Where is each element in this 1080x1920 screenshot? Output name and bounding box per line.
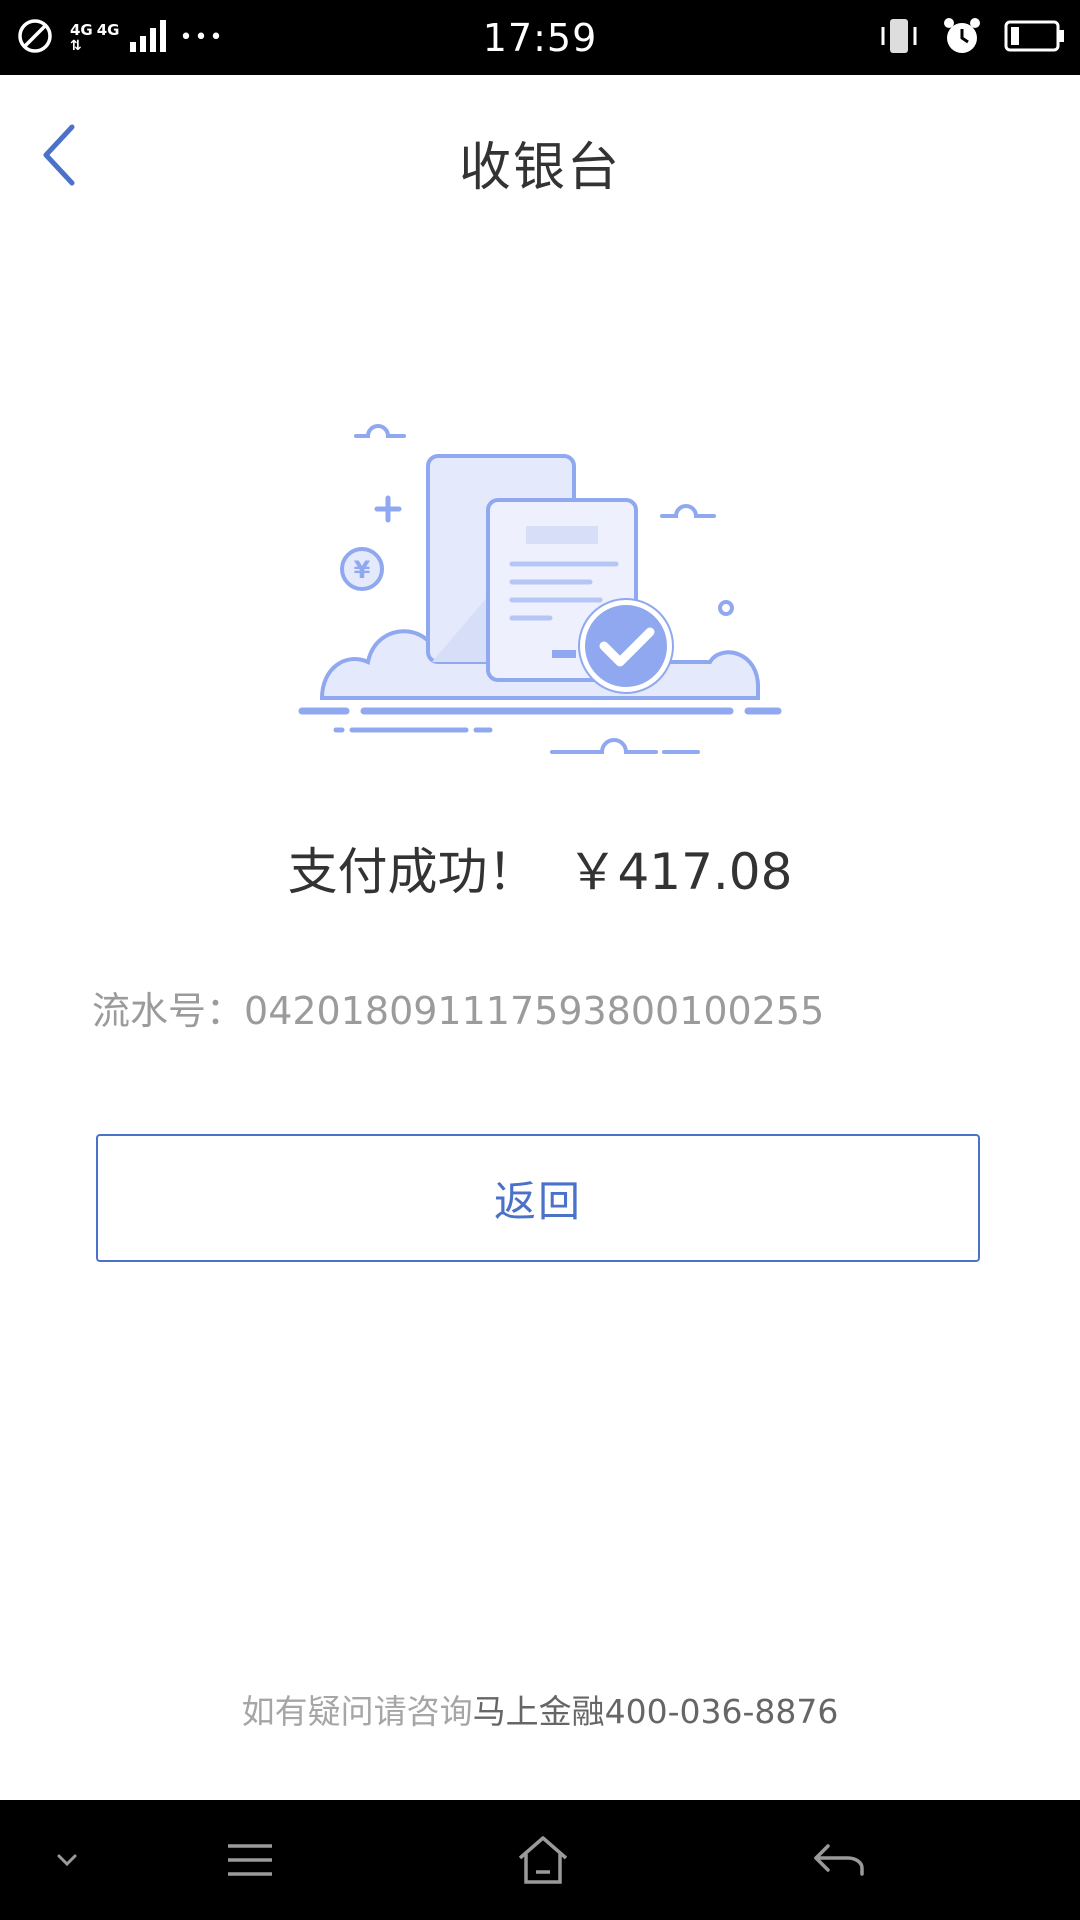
menu-button[interactable] <box>215 1825 285 1895</box>
page-title: 收银台 <box>458 138 621 198</box>
result-amount: ￥417.08 <box>567 843 793 901</box>
home-icon <box>518 1836 568 1884</box>
contact-note: 如有疑问请咨询马上金融400-036-8876 <box>0 1685 1080 1733</box>
page-header: 收银台 <box>0 75 1080 245</box>
chevron-down-icon <box>57 1854 77 1867</box>
menu-icon <box>228 1844 272 1876</box>
payment-result: 支付成功！ ￥417.08 <box>0 832 1080 904</box>
vibrate-icon <box>878 17 920 59</box>
system-nav-bar <box>0 1800 1080 1920</box>
serial-label: 流水号： <box>92 989 245 1033</box>
status-right <box>878 0 1066 75</box>
svg-text:¥: ¥ <box>354 556 371 584</box>
back-nav-button[interactable] <box>804 1825 874 1895</box>
hide-nav-button[interactable] <box>32 1825 102 1895</box>
return-button[interactable]: 返回 <box>96 1134 980 1262</box>
payment-success-illustration: ¥ <box>290 400 790 780</box>
status-bar: 4G 4G ⇅ ••• 17:59 <box>0 0 1080 75</box>
home-button[interactable] <box>508 1825 578 1895</box>
payment-success-screen: 4G 4G ⇅ ••• 17:59 收银台 ¥ 支付成功！ ￥417.08 流水… <box>0 0 1080 1920</box>
serial-value: 04201809111759380010025​5 <box>244 989 825 1033</box>
back-arrow-icon <box>814 1844 864 1876</box>
contact-prefix: 如有疑问请咨询 <box>241 1692 473 1731</box>
result-message: 支付成功！ <box>287 843 538 901</box>
alarm-icon <box>942 16 982 60</box>
serial-number: 流水号：04201809111759380010025​5 <box>92 980 824 1035</box>
battery-icon <box>1004 19 1066 57</box>
contact-phone[interactable]: 马上金融400-036-8876 <box>473 1692 839 1731</box>
